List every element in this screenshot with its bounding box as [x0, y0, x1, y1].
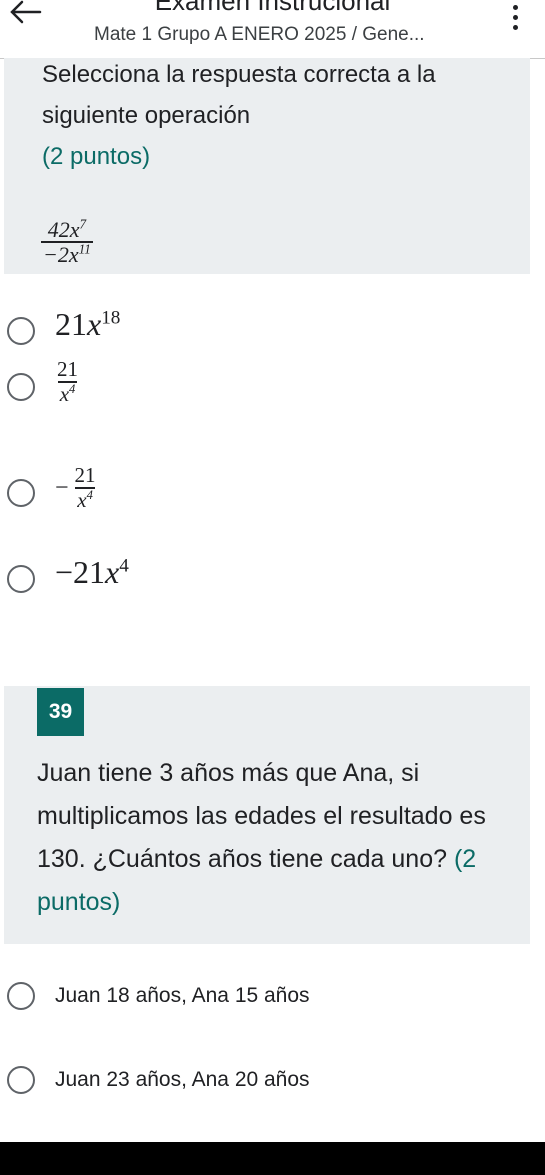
question-points: (2 puntos)	[42, 143, 151, 170]
option-label: Juan 23 años, Ana 20 años	[55, 1068, 310, 1091]
more-options-button[interactable]	[505, 0, 525, 30]
question-text: Selecciona la respuesta correcta a la si…	[42, 61, 436, 170]
radio-button[interactable]	[7, 565, 35, 593]
page-title: Examen Instrucional	[154, 0, 391, 16]
radio-button[interactable]	[7, 982, 35, 1010]
expression-numerator: 42x7	[47, 216, 87, 242]
radio-button[interactable]	[7, 317, 35, 345]
question-expression: 42x7 −2x11	[41, 218, 93, 266]
option-expression: 21x18	[55, 306, 121, 342]
answer-option[interactable]: Juan 23 años, Ana 20 años	[0, 1049, 545, 1109]
option-expression: 21 x4	[57, 357, 78, 406]
answer-option[interactable]: − 21 x4	[0, 445, 545, 512]
radio-button[interactable]	[7, 373, 35, 401]
option-expression: −21x4	[55, 554, 129, 590]
question-text: Juan tiene 3 años más que Ana, si multip…	[37, 759, 486, 916]
expression-denominator: −2x11	[41, 241, 93, 267]
radio-button[interactable]	[7, 1066, 35, 1094]
answer-option[interactable]: 21x18	[0, 300, 545, 360]
more-vertical-icon	[505, 0, 525, 30]
radio-button[interactable]	[7, 479, 35, 507]
app-header: Examen Instrucional Mate 1 Grupo A ENERO…	[0, 0, 545, 59]
question-card: 39 Juan tiene 3 años más que Ana, si mul…	[4, 686, 530, 944]
page-subtitle: Mate 1 Grupo A ENERO 2025 / Gene...	[94, 24, 425, 45]
answer-option[interactable]: 21 x4	[0, 355, 545, 415]
option-label: Juan 18 años, Ana 15 años	[55, 984, 310, 1007]
question-number-badge: 39	[37, 688, 84, 736]
option-expression: − 21 x4	[55, 463, 96, 512]
answer-option[interactable]: Juan 18 años, Ana 15 años	[0, 965, 545, 1025]
system-navigation-bar	[0, 1142, 545, 1175]
answer-option[interactable]: −21x4	[0, 548, 545, 608]
question-card: Selecciona la respuesta correcta a la si…	[4, 58, 530, 274]
